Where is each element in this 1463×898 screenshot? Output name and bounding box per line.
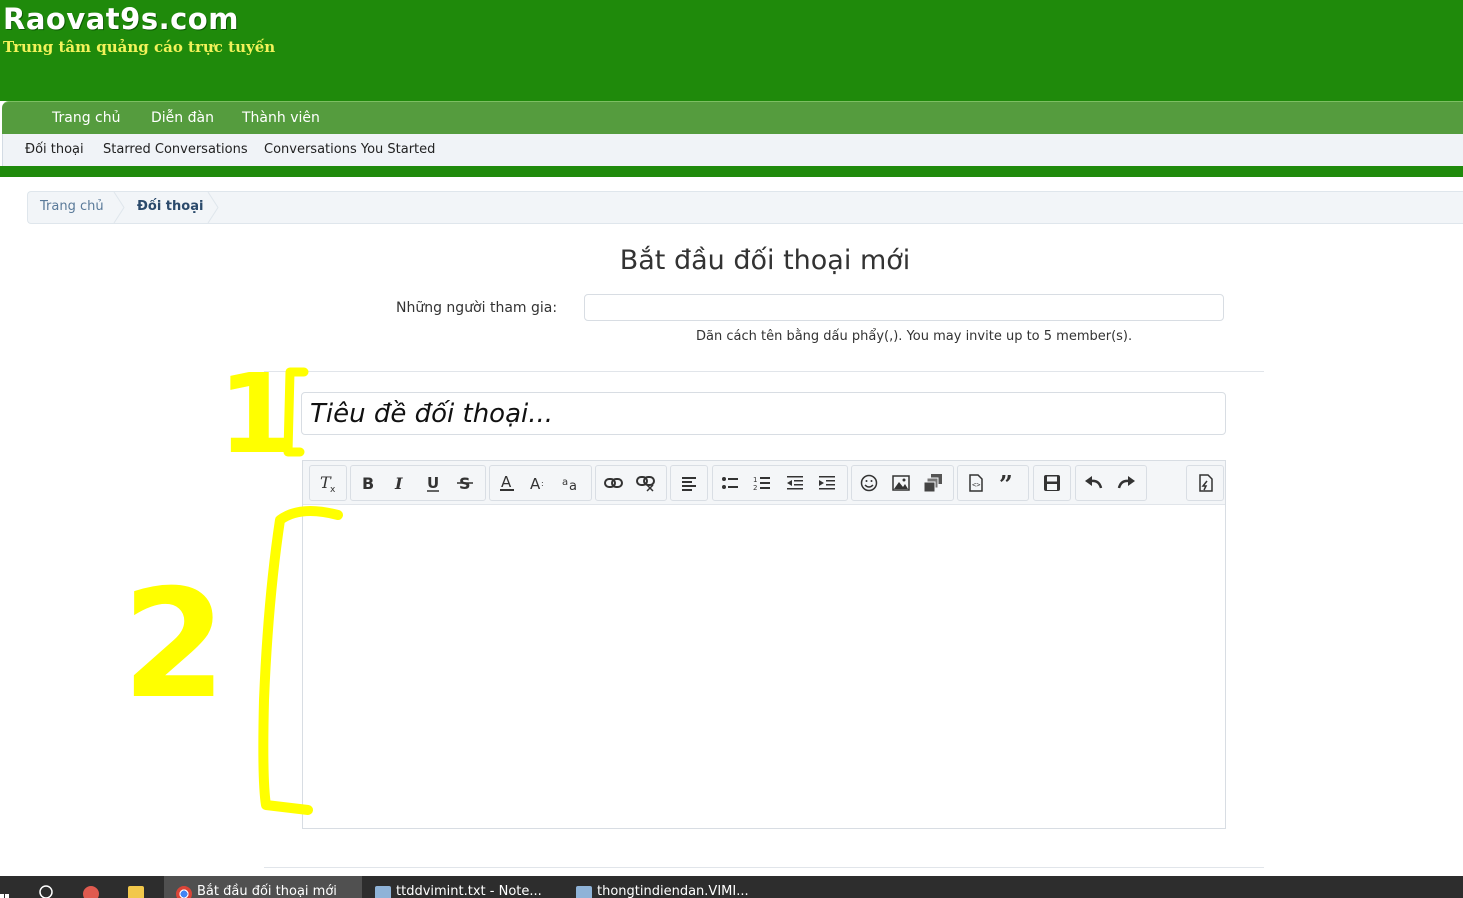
start-menu-icon[interactable] xyxy=(0,876,14,898)
main-navigation: Trang chủ Diễn đàn Thành viên xyxy=(2,101,1463,134)
svg-text:1: 1 xyxy=(753,476,757,484)
taskbar-item-browser[interactable]: Bắt đầu đối thoại mới xyxy=(164,876,362,898)
chrome-icon xyxy=(176,886,192,898)
smilies-icon[interactable] xyxy=(856,470,882,496)
svg-text::: : xyxy=(541,479,544,488)
toolbar-group: 12 xyxy=(712,465,848,501)
bulleted-list-icon[interactable] xyxy=(717,470,743,496)
svg-text:2: 2 xyxy=(753,484,757,492)
notepad-icon xyxy=(375,886,391,898)
nav-tab-home[interactable]: Trang chủ xyxy=(52,110,120,126)
form-divider-bottom xyxy=(264,867,1264,868)
toolbar-group xyxy=(1075,465,1147,501)
svg-text:a: a xyxy=(569,479,577,492)
breadcrumb: Trang chủ Đối thoại xyxy=(27,191,1463,224)
text-color-icon[interactable]: A xyxy=(494,470,520,496)
subnav-conversations[interactable]: Đối thoại xyxy=(25,142,84,157)
svg-text:<>: <> xyxy=(972,481,980,489)
image-icon[interactable] xyxy=(888,470,914,496)
breadcrumb-home[interactable]: Trang chủ xyxy=(40,199,104,214)
toolbar-group xyxy=(595,465,667,501)
editor-toolbar: Tx B I U S A A: aa 12 <> ” xyxy=(303,461,1225,505)
taskbar-item-notepad-2[interactable]: thongtindiendan.VIMI... xyxy=(566,876,764,898)
media-icon[interactable] xyxy=(920,470,946,496)
nav-tab-forums[interactable]: Diễn đàn xyxy=(151,110,214,126)
participants-hint: Dãn cách tên bằng dấu phẩy(,). You may i… xyxy=(696,329,1133,344)
annotation-number-1: 1 xyxy=(218,350,295,478)
italic-icon[interactable]: I xyxy=(387,470,413,496)
subnav-conversations-started[interactable]: Conversations You Started xyxy=(264,142,435,157)
bold-icon[interactable]: B xyxy=(355,470,381,496)
form-divider xyxy=(264,371,1264,372)
taskbar-item-notepad-1[interactable]: ttddvimint.txt - Note... xyxy=(365,876,563,898)
save-draft-icon[interactable] xyxy=(1039,470,1065,496)
toolbar-group: Tx xyxy=(309,465,347,501)
annotation-number-2: 2 xyxy=(122,558,226,732)
svg-text:I: I xyxy=(394,474,403,492)
toolbar-group xyxy=(670,465,708,501)
svg-text:B: B xyxy=(362,474,374,492)
conversation-title-input[interactable] xyxy=(301,392,1226,435)
site-logo-name[interactable]: Raovat9s.com xyxy=(3,2,239,36)
indent-icon[interactable] xyxy=(814,470,840,496)
unlink-icon[interactable] xyxy=(633,470,659,496)
os-taskbar: Bắt đầu đối thoại mới ttddvimint.txt - N… xyxy=(0,876,1463,898)
align-left-icon[interactable] xyxy=(676,470,702,496)
insert-code-icon[interactable]: <> xyxy=(963,470,989,496)
svg-text:U: U xyxy=(427,474,439,492)
participants-input[interactable] xyxy=(584,294,1224,321)
link-icon[interactable] xyxy=(601,470,627,496)
message-editor-body[interactable] xyxy=(303,505,1225,828)
taskbar-item-label: thongtindiendan.VIMI... xyxy=(597,884,749,898)
redo-icon[interactable] xyxy=(1113,470,1139,496)
svg-text:x: x xyxy=(330,485,336,493)
toolbar-group: A A: aa xyxy=(489,465,592,501)
toolbar-group: B I U S xyxy=(350,465,486,501)
toolbar-group xyxy=(1186,465,1224,501)
subnav-starred-conversations[interactable]: Starred Conversations xyxy=(103,142,248,157)
underline-icon[interactable]: U xyxy=(420,470,446,496)
outdent-icon[interactable] xyxy=(782,470,808,496)
site-tagline: Trung tâm quảng cáo trực tuyến xyxy=(3,38,276,56)
file-explorer-icon[interactable] xyxy=(128,876,150,898)
taskbar-item-label: ttddvimint.txt - Note... xyxy=(396,884,542,898)
font-size-icon[interactable]: A: xyxy=(526,470,552,496)
header-bottom-strip xyxy=(0,166,1463,177)
font-family-icon[interactable]: aa xyxy=(558,470,584,496)
svg-text:a: a xyxy=(562,477,568,488)
message-editor: Tx B I U S A A: aa 12 <> ” xyxy=(302,460,1226,829)
strikethrough-icon[interactable]: S xyxy=(452,470,478,496)
toolbar-group xyxy=(851,465,954,501)
taskbar-item-label: Bắt đầu đối thoại mới xyxy=(197,884,337,898)
toolbar-group xyxy=(1033,465,1071,501)
quote-icon[interactable]: ” xyxy=(995,470,1021,496)
breadcrumb-separator xyxy=(206,192,220,223)
breadcrumb-current[interactable]: Đối thoại xyxy=(137,199,203,214)
breadcrumb-separator xyxy=(112,192,126,223)
remove-format-icon[interactable]: Tx xyxy=(315,470,341,496)
svg-text:A: A xyxy=(530,475,541,492)
sub-navigation: Đối thoại Starred Conversations Conversa… xyxy=(2,134,1463,166)
notepad-icon xyxy=(576,886,592,898)
app-pinned-icon[interactable] xyxy=(83,876,105,898)
toggle-bbcode-icon[interactable] xyxy=(1192,470,1218,496)
nav-tab-members[interactable]: Thành viên xyxy=(242,110,320,126)
toolbar-group: <> ” xyxy=(957,465,1029,501)
svg-text:”: ” xyxy=(999,475,1013,491)
participants-label: Những người tham gia: xyxy=(396,300,558,316)
site-header: Raovat9s.com Trung tâm quảng cáo trực tu… xyxy=(0,0,1463,101)
numbered-list-icon[interactable]: 12 xyxy=(749,470,775,496)
svg-text:A: A xyxy=(501,473,512,491)
undo-icon[interactable] xyxy=(1081,470,1107,496)
search-icon[interactable] xyxy=(37,876,57,898)
page-title: Bắt đầu đối thoại mới xyxy=(619,245,911,276)
